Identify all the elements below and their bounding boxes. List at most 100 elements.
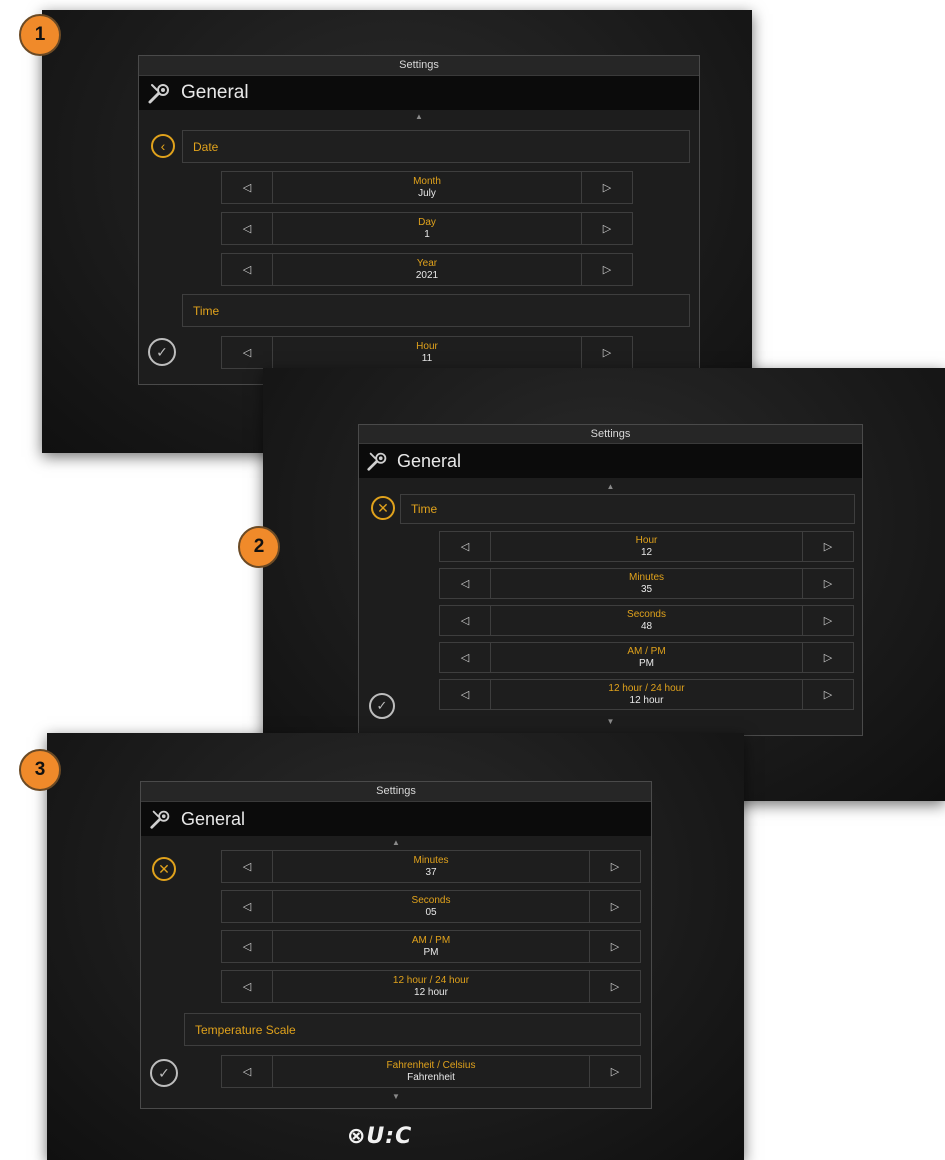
increment-button[interactable]: ▷ — [802, 532, 853, 561]
decrement-button[interactable]: ◁ — [222, 891, 273, 922]
increment-button[interactable]: ▷ — [581, 213, 632, 244]
increment-button[interactable]: ▷ — [581, 172, 632, 203]
scroll-down-icon[interactable]: ▼ — [359, 717, 862, 727]
step-badge-1: 1 — [19, 14, 61, 56]
increment-button[interactable]: ▷ — [802, 569, 853, 598]
checkmark-icon: ✓ — [376, 698, 388, 713]
top-title: Settings — [359, 425, 862, 444]
settings-panel: Settings General ▲ ‹ Date ◁ Month July ▷ … — [138, 55, 700, 385]
row-label: AM / PM — [627, 645, 666, 657]
header-bar: General — [359, 444, 862, 478]
row-value: 12 hour — [629, 694, 664, 706]
row-value: July — [418, 187, 436, 199]
row-minutes: ◁ Minutes 35 ▷ — [439, 568, 854, 599]
row-value: 37 — [425, 866, 437, 878]
increment-button[interactable]: ▷ — [802, 643, 853, 672]
increment-button[interactable]: ▷ — [802, 680, 853, 709]
header-bar: General — [139, 76, 699, 110]
row-label: AM / PM — [411, 934, 451, 946]
urc-logo: ⊗U:C — [347, 1124, 413, 1149]
confirm-button[interactable]: ✓ — [148, 338, 176, 366]
row-label: Minutes — [413, 854, 449, 866]
settings-panel: Settings General ▲ ✕ ◁ Minutes 37 ▷ ◁ Sec… — [140, 781, 652, 1109]
checkmark-icon: ✓ — [156, 343, 168, 360]
close-icon: ✕ — [377, 499, 389, 516]
row-minutes: ◁ Minutes 37 ▷ — [221, 850, 641, 883]
decrement-button[interactable]: ◁ — [440, 532, 491, 561]
confirm-button[interactable]: ✓ — [369, 693, 395, 719]
increment-button[interactable]: ▷ — [802, 606, 853, 635]
gear-wrench-icon — [359, 449, 397, 473]
section-time[interactable]: Time — [182, 294, 690, 327]
section-date[interactable]: Date — [182, 130, 690, 163]
row-seconds: ◁ Seconds 05 ▷ — [221, 890, 641, 923]
decrement-button[interactable]: ◁ — [222, 213, 273, 244]
decrement-button[interactable]: ◁ — [440, 643, 491, 672]
step-badge-2: 2 — [238, 526, 280, 568]
row-12-24-hour: ◁ 12 hour / 24 hour 12 hour ▷ — [221, 970, 641, 1003]
row-value: PM — [423, 946, 439, 958]
row-seconds: ◁ Seconds 48 ▷ — [439, 605, 854, 636]
header-title: General — [397, 450, 462, 471]
decrement-button[interactable]: ◁ — [222, 971, 273, 1002]
scroll-up-icon[interactable]: ▲ — [139, 112, 699, 122]
row-12-24-hour: ◁ 12 hour / 24 hour 12 hour ▷ — [439, 679, 854, 710]
row-label: Year — [416, 257, 438, 269]
screenshot-3: Settings General ▲ ✕ ◁ Minutes 37 ▷ ◁ Sec… — [47, 733, 744, 1160]
row-fahrenheit-celsius: ◁ Fahrenheit / Celsius Fahrenheit ▷ — [221, 1055, 641, 1088]
confirm-button[interactable]: ✓ — [150, 1059, 178, 1087]
increment-button[interactable]: ▷ — [581, 254, 632, 285]
row-label: Minutes — [628, 571, 664, 583]
decrement-button[interactable]: ◁ — [440, 569, 491, 598]
checkmark-icon: ✓ — [158, 1064, 170, 1081]
scroll-up-icon[interactable]: ▲ — [141, 838, 651, 848]
increment-button[interactable]: ▷ — [589, 931, 640, 962]
row-label: Seconds — [627, 608, 666, 620]
decrement-button[interactable]: ◁ — [222, 931, 273, 962]
decrement-button[interactable]: ◁ — [222, 254, 273, 285]
row-value: Fahrenheit — [407, 1071, 455, 1083]
row-day: ◁ Day 1 ▷ — [221, 212, 633, 245]
increment-button[interactable]: ▷ — [589, 1056, 640, 1087]
decrement-button[interactable]: ◁ — [222, 337, 273, 368]
header-title: General — [181, 82, 249, 103]
row-label: Hour — [635, 534, 658, 546]
row-value: 12 hour — [414, 986, 448, 998]
row-ampm: ◁ AM / PM PM ▷ — [439, 642, 854, 673]
row-value: PM — [639, 657, 654, 669]
row-label: Month — [413, 175, 441, 187]
decrement-button[interactable]: ◁ — [440, 606, 491, 635]
decrement-button[interactable]: ◁ — [222, 172, 273, 203]
decrement-button[interactable]: ◁ — [440, 680, 491, 709]
step-badge-3: 3 — [19, 749, 61, 791]
row-label: Day — [418, 216, 436, 228]
row-label: Fahrenheit / Celsius — [386, 1059, 476, 1071]
row-value: 12 — [640, 546, 653, 558]
row-month: ◁ Month July ▷ — [221, 171, 633, 204]
increment-button[interactable]: ▷ — [589, 851, 640, 882]
row-value: 48 — [640, 620, 653, 632]
back-button[interactable]: ‹ — [151, 134, 175, 158]
gear-wrench-icon — [139, 80, 181, 106]
close-button[interactable]: ✕ — [371, 496, 395, 520]
section-temperature-scale[interactable]: Temperature Scale — [184, 1013, 641, 1046]
row-hour: ◁ Hour 11 ▷ — [221, 336, 633, 369]
settings-panel: Settings General ▲ ✕ Time ◁ Hour 12 ▷ ◁ M… — [358, 424, 863, 736]
increment-button[interactable]: ▷ — [589, 971, 640, 1002]
decrement-button[interactable]: ◁ — [222, 1056, 273, 1087]
row-value: 1 — [424, 228, 430, 240]
row-ampm: ◁ AM / PM PM ▷ — [221, 930, 641, 963]
close-icon: ✕ — [158, 860, 170, 877]
scroll-down-icon[interactable]: ▼ — [141, 1092, 651, 1102]
increment-button[interactable]: ▷ — [589, 891, 640, 922]
close-button[interactable]: ✕ — [152, 857, 176, 881]
section-time[interactable]: Time — [400, 494, 855, 524]
decrement-button[interactable]: ◁ — [222, 851, 273, 882]
header-title: General — [181, 808, 246, 829]
gear-wrench-icon — [141, 807, 181, 831]
increment-button[interactable]: ▷ — [581, 337, 632, 368]
row-value: 05 — [425, 906, 437, 918]
row-label: Seconds — [411, 894, 451, 906]
row-label: 12 hour / 24 hour — [392, 974, 470, 986]
scroll-up-icon[interactable]: ▲ — [359, 482, 862, 492]
